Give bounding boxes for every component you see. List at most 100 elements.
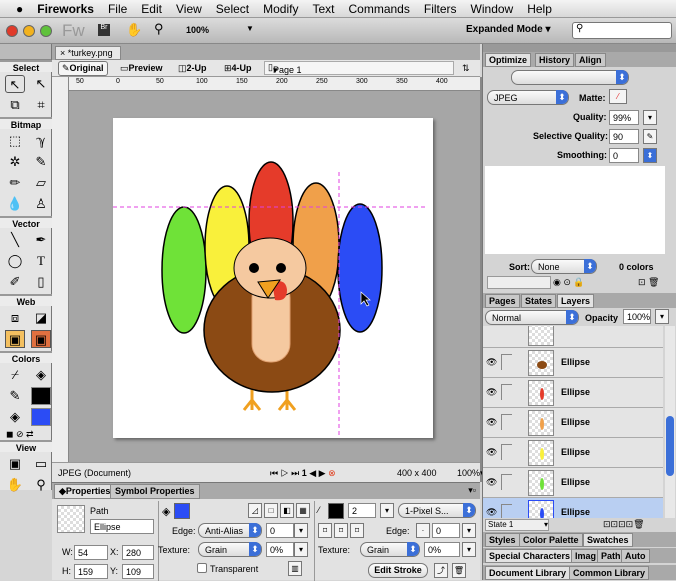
stroke-type-select[interactable]: 1-Pixel S... [398, 503, 476, 518]
panel-grip[interactable] [0, 44, 51, 60]
stroke-behind-icon[interactable]: ⤴ [434, 563, 448, 578]
eye-icon[interactable]: 👁 [486, 417, 497, 428]
status-zoom-select[interactable]: 100%▾ [457, 468, 485, 479]
show-slices-icon[interactable]: ▣ [31, 330, 51, 348]
lock-toggle[interactable] [501, 444, 512, 460]
zoom-level-select[interactable]: 100% [186, 25, 209, 35]
eye-icon[interactable]: 👁 [486, 357, 497, 368]
stroke-edge-preview[interactable]: · [416, 523, 430, 538]
hand-icon[interactable]: ✋ [126, 22, 142, 38]
selective-quality-edit-icon[interactable]: ✎ [643, 129, 657, 144]
tab-states[interactable]: States [521, 294, 557, 308]
layer-row-partial[interactable] [483, 326, 663, 348]
menu-file[interactable]: File [108, 2, 127, 16]
stroke-edge-field[interactable]: 0 [432, 523, 460, 538]
tab-align[interactable]: Align [575, 53, 606, 67]
edit-stroke-button[interactable]: Edit Stroke [368, 563, 428, 578]
zoom-window-button[interactable] [40, 25, 52, 37]
gradient-editor-icon[interactable]: ▥ [288, 561, 302, 576]
stroke-inside-icon[interactable]: ⌑ [318, 523, 332, 538]
eye-icon[interactable]: 👁 [486, 477, 497, 488]
layer-name[interactable]: Ellipse [561, 357, 590, 367]
menu-filters[interactable]: Filters [424, 2, 457, 16]
color-table-actions[interactable]: ⊡ 🗑 [638, 277, 659, 288]
layer-name[interactable]: Ellipse [561, 507, 590, 517]
fill-color-swatch[interactable] [31, 408, 51, 426]
layer-row[interactable]: 👁 Ellipse [483, 408, 663, 438]
page-select[interactable]: ▯ Page 1 ▾ [264, 61, 454, 75]
stroke-center-icon[interactable]: ⌑ [334, 523, 348, 538]
blur-tool-icon[interactable]: 💧 [5, 195, 25, 213]
layer-row[interactable]: 👁 Ellipse [483, 348, 663, 378]
tab-common-library[interactable]: Common Library [569, 566, 650, 580]
smoothing-stepper[interactable]: ⬍ [643, 148, 657, 163]
lasso-tool-icon[interactable]: ℽ [31, 132, 51, 150]
text-tool-icon[interactable]: T [31, 252, 51, 270]
fill-color-button[interactable] [174, 503, 190, 519]
opacity-field[interactable]: 100% [623, 309, 651, 324]
fill-options-icon[interactable]: ◿ [248, 503, 262, 518]
tab-styles[interactable]: Styles [485, 533, 520, 547]
line-tool-icon[interactable]: ╲ [5, 231, 25, 249]
stroke-texture-select[interactable]: Grain [360, 542, 420, 557]
turkey-artwork[interactable] [113, 118, 433, 438]
ellipse-tool-icon[interactable]: ◯ [5, 252, 25, 270]
view-2up-button[interactable]: ◫2-Up [178, 63, 207, 74]
feather-blue[interactable] [337, 203, 383, 333]
menu-text[interactable]: Text [312, 2, 334, 16]
hotspot-tool-icon[interactable]: ⧈ [5, 309, 25, 327]
hide-slices-icon[interactable]: ▣ [5, 330, 25, 348]
lock-toggle[interactable] [501, 414, 512, 430]
fill-edge-dropdown[interactable]: ▾ [294, 523, 308, 538]
view-4up-button[interactable]: ⊞4-Up [224, 63, 252, 74]
color-table-icons[interactable]: ◉ ⊙ 🔒 [553, 277, 585, 288]
freeform-tool-icon[interactable]: ✐ [5, 273, 25, 291]
search-input[interactable]: ⚲ [572, 22, 672, 39]
menu-view[interactable]: View [176, 2, 202, 16]
pen-tool-icon[interactable]: ✒ [31, 231, 51, 249]
height-field[interactable]: 159 [74, 564, 108, 579]
rubber-stamp-icon[interactable]: ♙ [31, 195, 51, 213]
export-format-select[interactable]: JPEG [487, 90, 569, 105]
tab-optimize[interactable]: Optimize [485, 53, 532, 67]
fill-texture-field[interactable]: 0% [266, 542, 294, 557]
y-field[interactable]: 109 [122, 564, 154, 579]
knife-tool-icon[interactable]: ▯ [31, 273, 51, 291]
pointer-tool-icon[interactable]: ↖ [5, 75, 25, 93]
eye-icon[interactable]: 👁 [486, 447, 497, 458]
tab-properties[interactable]: ◆Properties [54, 484, 116, 499]
crop-tool-icon[interactable]: ⌗ [31, 96, 51, 114]
menu-modify[interactable]: Modify [263, 2, 298, 16]
marquee-tool-icon[interactable]: ⬚ [5, 132, 25, 150]
quality-field[interactable]: 99% [609, 110, 639, 125]
fill-gradient-icon[interactable]: ◧ [280, 503, 294, 518]
lock-toggle[interactable] [501, 384, 512, 400]
lock-toggle[interactable] [501, 474, 512, 490]
layer-name[interactable]: Ellipse [561, 417, 590, 427]
bridge-icon[interactable]: Br [98, 24, 110, 36]
fill-edge-select[interactable]: Anti-Alias [198, 523, 262, 538]
color-table[interactable] [485, 166, 665, 254]
object-name-field[interactable]: Ellipse [90, 519, 154, 534]
menu-help[interactable]: Help [527, 2, 552, 16]
layer-name[interactable]: Ellipse [561, 447, 590, 457]
tab-history[interactable]: History [535, 53, 575, 67]
workspace-mode-select[interactable]: Expanded Mode ▾ [466, 24, 551, 35]
canvas-size[interactable]: 400 x 400 [397, 468, 437, 478]
menu-window[interactable]: Window [471, 2, 514, 16]
menu-fireworks[interactable]: Fireworks [37, 2, 94, 16]
layer-row[interactable]: 👁 Ellipse [483, 378, 663, 408]
fill-solid-icon[interactable]: □ [264, 503, 278, 518]
zoom-icon[interactable]: ⚲ [154, 21, 164, 37]
eye-icon[interactable]: 👁 [486, 507, 497, 518]
hand-tool-icon[interactable]: ✋ [5, 476, 25, 494]
stroke-size-dropdown[interactable]: ▾ [380, 503, 394, 518]
brush-tool-icon[interactable]: ✎ [31, 153, 51, 171]
stroke-color-swatch[interactable] [31, 387, 51, 405]
stroke-size-field[interactable]: 2 [348, 503, 376, 518]
full-screen-menus-icon[interactable]: ▭ [31, 455, 51, 473]
tab-special-characters[interactable]: Special Characters [485, 549, 575, 563]
eyedropper-icon[interactable]: ⌿ [5, 366, 25, 384]
tab-color-palette[interactable]: Color Palette [519, 533, 583, 547]
eye-icon[interactable]: 👁 [486, 387, 497, 398]
